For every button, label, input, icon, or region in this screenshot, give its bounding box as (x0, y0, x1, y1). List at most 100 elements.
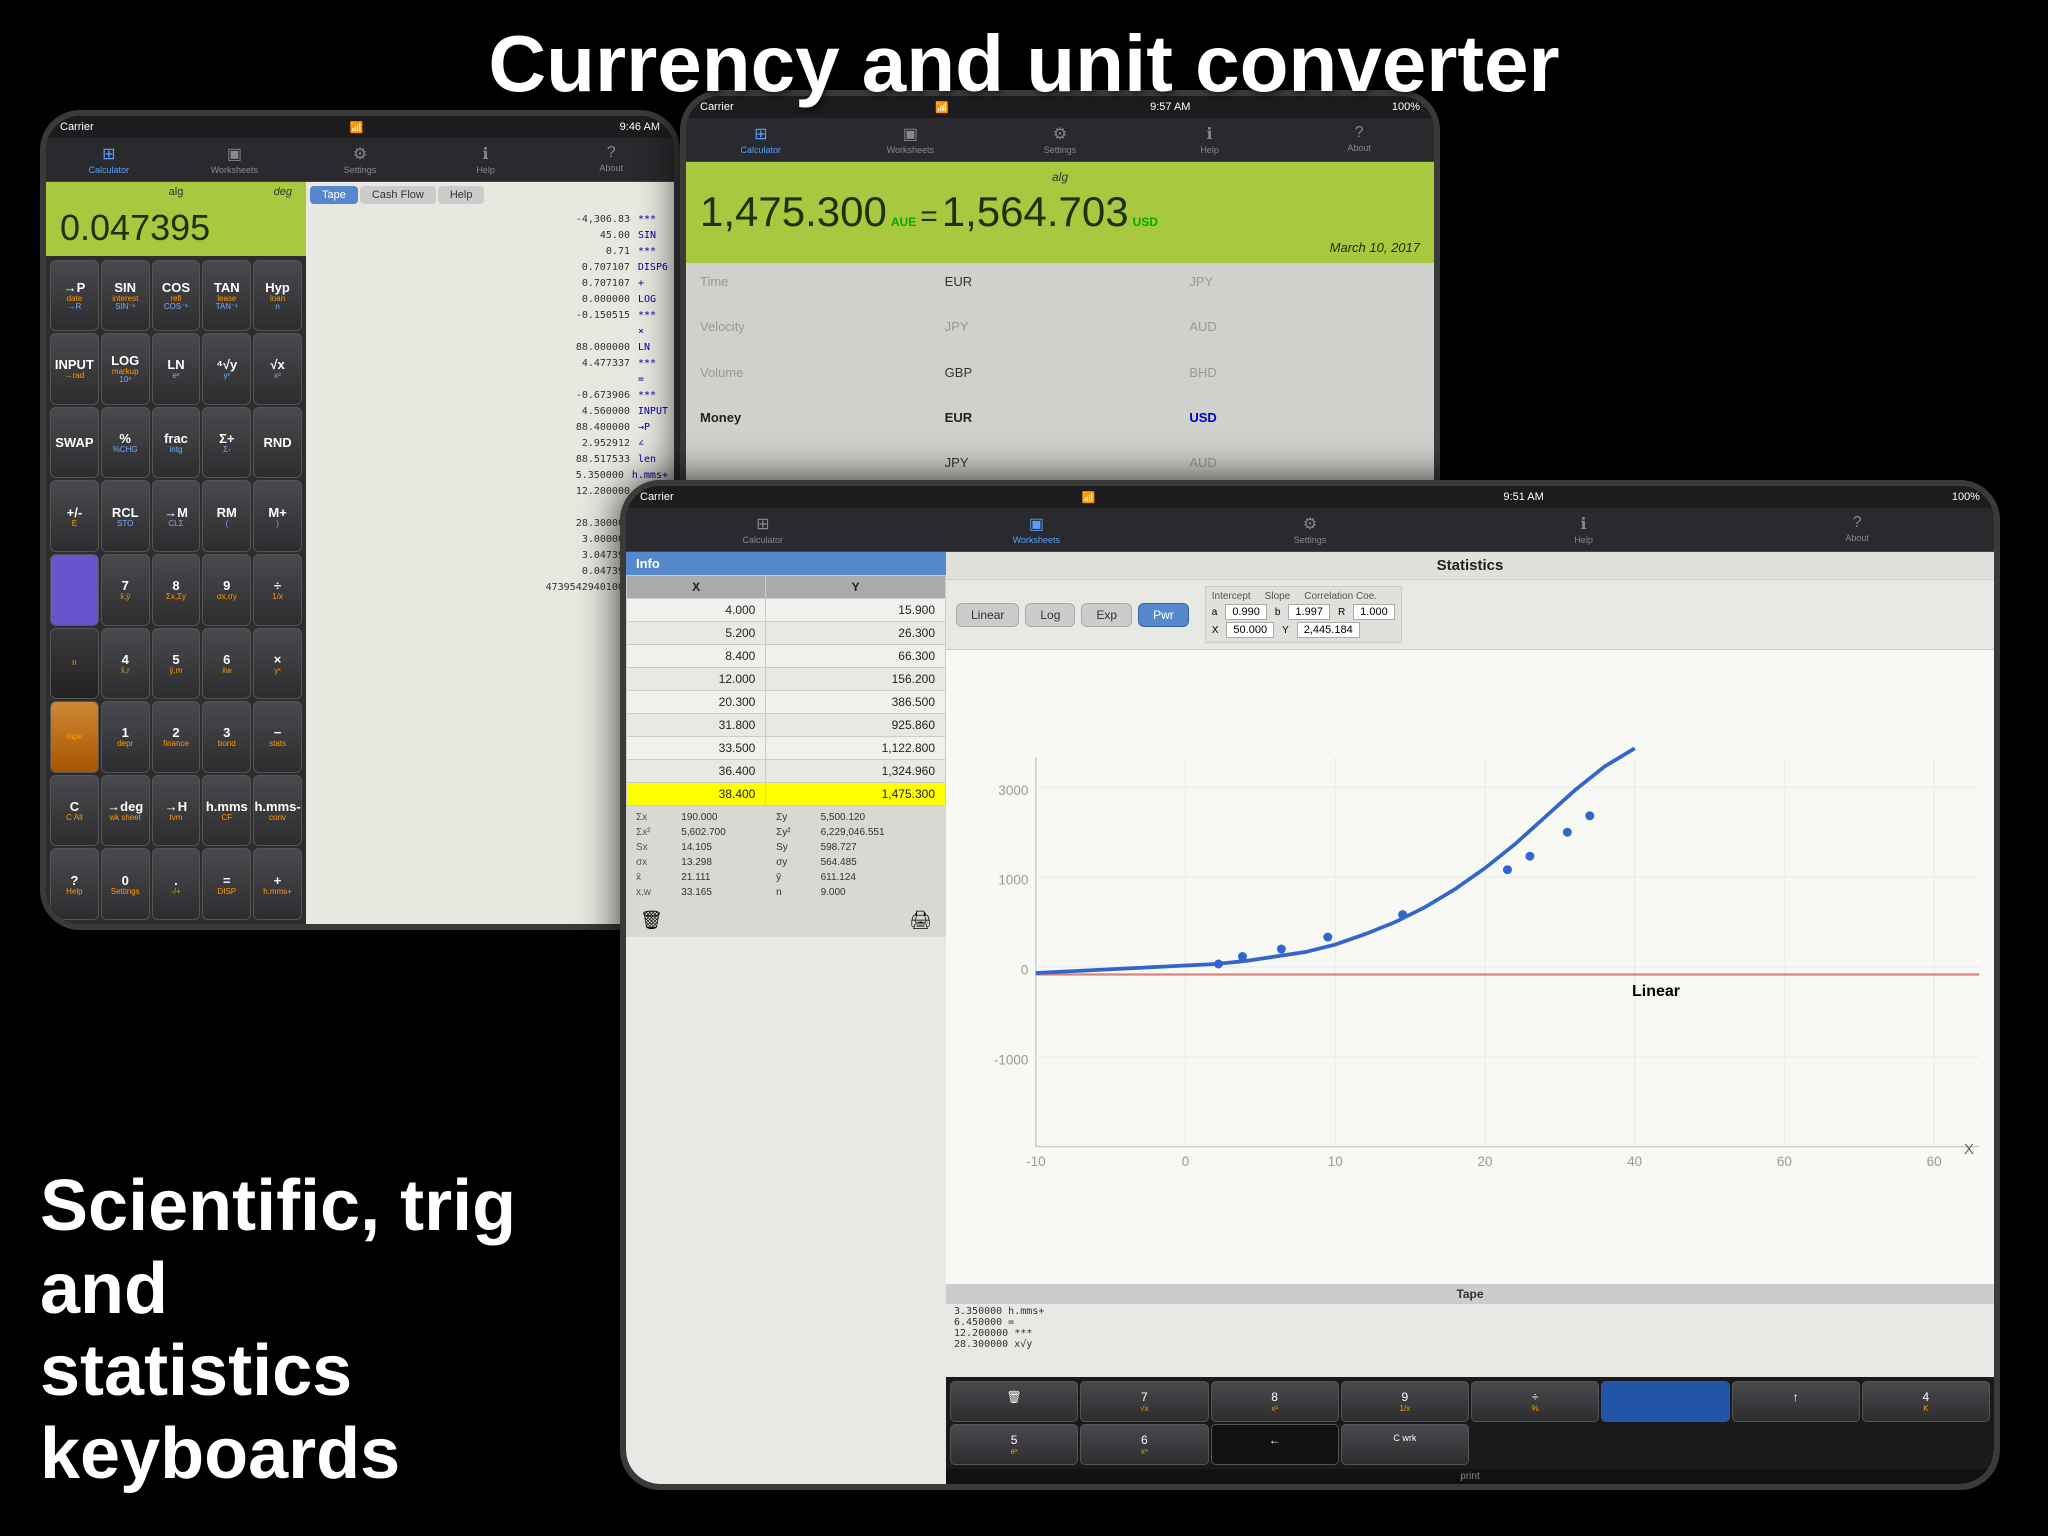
calc-btn-COS[interactable]: COS refi COS⁻¹ (152, 260, 201, 332)
nav-about-currency[interactable]: ? About (1284, 122, 1434, 157)
calc-btn-[interactable]: × yˣ (253, 628, 302, 700)
mini-btn-backspace[interactable]: ← (1211, 1424, 1339, 1465)
calc-btn-[interactable]: ? Help (50, 848, 99, 920)
calc-btn-RM[interactable]: RM ( (202, 480, 251, 552)
tape-tab-cashflow[interactable]: Cash Flow (360, 186, 436, 204)
calc-btn-[interactable]: % %CHG (101, 407, 150, 479)
nav-help-left[interactable]: ℹ Help (423, 142, 549, 177)
currency-item-gbp1[interactable]: GBP (939, 362, 1182, 405)
calc-btn-4[interactable]: 4 x̂,r (101, 628, 150, 700)
calc-btn-hmms[interactable]: h.mms- conv (253, 775, 302, 847)
nav-worksheets-currency[interactable]: ▣ Worksheets (836, 122, 986, 157)
mini-btn-4[interactable]: 4K (1862, 1381, 1990, 1422)
stats-tab-log[interactable]: Log (1025, 603, 1075, 627)
calc-btn-[interactable]: = DISP (202, 848, 251, 920)
nav-calculator-stats[interactable]: ⊞ Calculator (626, 512, 900, 547)
nav-settings-currency[interactable]: ⚙ Settings (985, 122, 1135, 157)
calc-btn-deg[interactable]: →deg wk sheet (101, 775, 150, 847)
calc-btn-1[interactable]: 1 depr (101, 701, 150, 773)
nav-help-stats[interactable]: ℹ Help (1447, 512, 1721, 547)
about-icon-stats: ? (1853, 514, 1862, 532)
table-row: 36.4001,324.960 (627, 760, 946, 783)
mini-btn-8[interactable]: 8x² (1211, 1381, 1339, 1422)
table-row: 33.5001,122.800 (627, 737, 946, 760)
calc-btn-3[interactable]: 3 bond (202, 701, 251, 773)
currency-item-money[interactable]: Money (694, 407, 937, 450)
table-row: 8.40066.300 (627, 645, 946, 668)
calc-btn-C[interactable]: C C All (50, 775, 99, 847)
calc-btn-INPUT[interactable]: INPUT →rad (50, 333, 99, 405)
calc-btn-SIN[interactable]: SIN interest SIN⁻¹ (101, 260, 150, 332)
calc-btn-H[interactable]: →H tvm (152, 775, 201, 847)
calc-btn-P[interactable]: →P date →R (50, 260, 99, 332)
svg-text:X: X (1964, 1141, 1974, 1158)
mini-btn-5[interactable]: 5eˣ (950, 1424, 1078, 1465)
mini-btn-up[interactable]: ↑ (1732, 1381, 1860, 1422)
nav-worksheets-left[interactable]: ▣ Worksheets (172, 142, 298, 177)
stats-tab-exp[interactable]: Exp (1081, 603, 1132, 627)
calc-btn-x[interactable]: √x x² (253, 333, 302, 405)
calc-btn-[interactable]: +/- E (50, 480, 99, 552)
stats-tab-pwr[interactable]: Pwr (1138, 603, 1189, 627)
calc-btn-6[interactable]: 6 x̄w (202, 628, 251, 700)
tape-line: 0.000000LOG (312, 292, 668, 308)
currency-item-eur2[interactable]: EUR (939, 407, 1182, 450)
nav-worksheets-stats[interactable]: ▣ Worksheets (900, 512, 1174, 547)
tape-tab-help[interactable]: Help (438, 186, 485, 204)
calc-btn-RND[interactable]: RND (253, 407, 302, 479)
nav-about-left[interactable]: ? About (548, 142, 674, 177)
calc-btn-M[interactable]: M+ ) (253, 480, 302, 552)
nav-settings-left[interactable]: ⚙ Settings (297, 142, 423, 177)
calc-btn-0[interactable]: 0 Settings (101, 848, 150, 920)
nav-settings-stats[interactable]: ⚙ Settings (1173, 512, 1447, 547)
stats-title: Statistics (946, 552, 1994, 580)
tape-line: *** (312, 500, 668, 516)
calc-btn-9[interactable]: 9 σx,σy (202, 554, 251, 626)
stats-info-tab[interactable]: Info (626, 552, 946, 575)
tape-tab-tape[interactable]: Tape (310, 186, 358, 204)
mini-btn-6[interactable]: 6xⁿ (1080, 1424, 1208, 1465)
mini-calc-buttons: 🗑 7√x 8x² 91/x ÷% (946, 1377, 1994, 1469)
calc-btn-[interactable]: + h.mms+ (253, 848, 302, 920)
nav-about-stats[interactable]: ? About (1720, 512, 1994, 547)
currency-item-jpy1: JPY (1183, 271, 1426, 314)
nav-calculator-left[interactable]: ⊞ Calculator (46, 142, 172, 177)
calc-btn-5[interactable]: 5 ŷ,m (152, 628, 201, 700)
calc-btn-frac[interactable]: frac intg (152, 407, 201, 479)
mini-btn-9[interactable]: 91/x (1341, 1381, 1469, 1422)
mini-btn-cwrk[interactable]: C wrk (1341, 1424, 1469, 1465)
calc-btn-RCL[interactable]: RCL STO (101, 480, 150, 552)
calc-btn-8[interactable]: 8 Σx,Σy (152, 554, 201, 626)
print-icon[interactable]: 🖨 (909, 910, 932, 931)
nav-bar-left: ⊞ Calculator ▣ Worksheets ⚙ Settings ℹ H… (46, 138, 674, 182)
calc-btn-M[interactable]: →M CLΣ (152, 480, 201, 552)
calc-btn-[interactable]: − stats (253, 701, 302, 773)
currency-item-usd[interactable]: USD (1183, 407, 1426, 450)
calc-btn-LOG[interactable]: LOG markup 10ˣ (101, 333, 150, 405)
ws-icon-currency: ▣ (903, 124, 918, 144)
calc-btn-2[interactable]: 2 finance (152, 701, 201, 773)
mini-btn-div[interactable]: ÷% (1471, 1381, 1599, 1422)
calc-btn-[interactable]: Σ+ Σ- (202, 407, 251, 479)
x-predict-value[interactable]: 50.000 (1226, 622, 1274, 638)
calc-btn-[interactable]: . -/+ (152, 848, 201, 920)
calc-btn-TAN[interactable]: TAN lease TAN⁻¹ (202, 260, 251, 332)
nav-help-currency[interactable]: ℹ Help (1135, 122, 1285, 157)
trash-icon[interactable]: 🗑 (640, 910, 663, 931)
calc-btn-7[interactable]: 7 x̄,ȳ (101, 554, 150, 626)
calc-btn-Hyp[interactable]: Hyp loan n (253, 260, 302, 332)
mini-btn-blue[interactable] (1601, 1381, 1729, 1422)
calc-btn-LN[interactable]: LN eˣ (152, 333, 201, 405)
mini-btn-7[interactable]: 7√x (1080, 1381, 1208, 1422)
currency-item-eur[interactable]: EUR (939, 271, 1182, 314)
calc-btn-[interactable]: ÷ 1/x (253, 554, 302, 626)
calc-btn-[interactable]: n (50, 628, 99, 700)
nav-calculator-currency[interactable]: ⊞ Calculator (686, 122, 836, 157)
calc-btn-[interactable] (50, 554, 99, 626)
calc-btn-SWAP[interactable]: SWAP (50, 407, 99, 479)
calc-btn-[interactable]: tape (50, 701, 99, 773)
calc-btn-hmms[interactable]: h.mms CF (202, 775, 251, 847)
stats-tab-linear[interactable]: Linear (956, 603, 1019, 627)
calc-btn-y[interactable]: ⁴√y yˣ (202, 333, 251, 405)
mini-btn-trash[interactable]: 🗑 (950, 1381, 1078, 1422)
